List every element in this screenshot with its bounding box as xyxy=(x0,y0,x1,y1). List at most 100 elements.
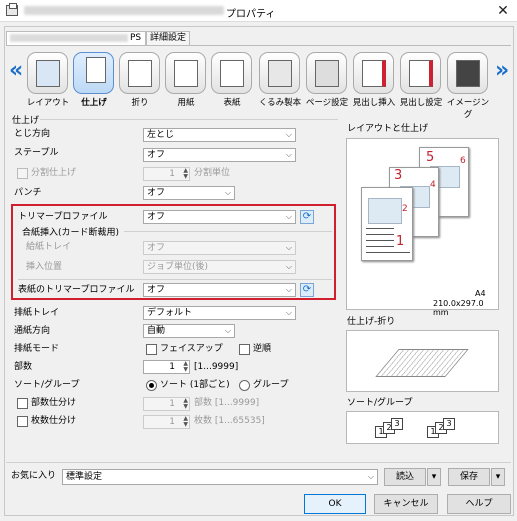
ribbon-layout-button[interactable] xyxy=(27,52,68,94)
ribbon-cover-button[interactable] xyxy=(211,52,252,94)
chevron-down-icon: ⌵ xyxy=(367,472,374,481)
load-button[interactable]: 読込 xyxy=(384,468,426,486)
punch-select[interactable]: オフ ⌵ xyxy=(143,186,235,200)
window-title: プロパティ xyxy=(226,9,276,20)
split-unit-label: 分割単位 xyxy=(194,168,231,178)
ribbon-perfect-binding-button[interactable] xyxy=(259,52,300,94)
face-up-checkbox[interactable] xyxy=(146,344,157,355)
ribbon-page-setting-button[interactable] xyxy=(306,52,347,94)
text-line xyxy=(366,252,410,253)
binding-direction-select[interactable]: 左とじ ⌵ xyxy=(143,128,296,142)
insert-position-select[interactable]: ジョブ単位(後) ⌵ xyxy=(143,260,296,274)
favorites-select[interactable]: 標準設定 ⌵ xyxy=(62,469,378,485)
load-dropdown-button[interactable]: ▾ xyxy=(427,468,441,486)
sort-preview-panel: 1 2 3 1 2 3 xyxy=(346,411,499,444)
sheet-split-value: 1 xyxy=(169,417,175,427)
sheet-split-checkbox[interactable] xyxy=(17,416,28,427)
cover-trimmer-value: オフ xyxy=(147,285,166,295)
sheet-split-spin[interactable]: 1 ▲ ▼ xyxy=(143,415,190,429)
save-button[interactable]: 保存 xyxy=(448,468,490,486)
output-mode-label: 排紙モード xyxy=(14,344,60,354)
split-finishing-label: 分割仕上げ xyxy=(31,168,77,178)
help-button[interactable]: ヘルプ xyxy=(447,494,511,514)
group-divider xyxy=(124,231,332,232)
split-finishing-checkbox[interactable] xyxy=(17,168,28,179)
output-tray-select[interactable]: デフォルト ⌵ xyxy=(143,306,296,320)
sort-set-1: 1 2 3 xyxy=(375,418,409,438)
favorites-label: お気に入り xyxy=(11,471,57,481)
chevron-down-icon: ⌵ xyxy=(224,188,231,197)
ribbon-paper-button[interactable] xyxy=(165,52,206,94)
sheet-split-label: 枚数仕分け xyxy=(31,416,77,426)
text-line xyxy=(366,246,394,247)
scroll-right-button[interactable]: » xyxy=(495,58,509,83)
group-radio[interactable] xyxy=(239,380,250,391)
tab-printer-redacted xyxy=(10,34,128,42)
sort-set-2: 1 2 3 xyxy=(427,418,461,438)
perfect-binding-icon xyxy=(268,60,292,87)
insert-position-value: ジョブ単位(後) xyxy=(147,262,209,272)
refresh-icon[interactable]: ⟳ xyxy=(300,283,314,297)
ribbon-label-tab-insert: 見出し挿入 xyxy=(352,98,396,108)
output-direction-value: 自動 xyxy=(147,326,166,336)
page-number-1: 1 xyxy=(396,234,405,249)
copy-split-checkbox[interactable] xyxy=(17,398,28,409)
cover-trimmer-select[interactable]: オフ ⌵ xyxy=(143,283,296,297)
face-up-label: フェイスアップ xyxy=(160,344,223,354)
ribbon-label-paper: 用紙 xyxy=(177,98,195,108)
spin-arrows-icon: ▲ ▼ xyxy=(183,415,188,428)
output-direction-select[interactable]: 自動 ⌵ xyxy=(143,324,235,338)
page-number-5: 5 xyxy=(426,150,435,165)
copy-split-spin[interactable]: 1 ▲ ▼ xyxy=(143,397,190,411)
ribbon-label-fold: 折り xyxy=(131,98,149,108)
flower-image xyxy=(368,198,402,224)
ribbon-tab-setting-button[interactable] xyxy=(400,52,441,94)
ribbon-label-layout: レイアウト xyxy=(26,98,70,108)
trimmer-profile-select[interactable]: オフ ⌵ xyxy=(143,210,296,224)
ribbon-imaging-button[interactable] xyxy=(447,52,488,94)
reverse-order-checkbox[interactable] xyxy=(239,344,250,355)
staple-select[interactable]: オフ ⌵ xyxy=(143,148,296,162)
close-button[interactable]: ✕ xyxy=(491,2,515,20)
split-finishing-spin[interactable]: 1 ▲ ▼ xyxy=(143,167,190,181)
group-divider xyxy=(40,119,338,120)
save-dropdown-button[interactable]: ▾ xyxy=(491,468,505,486)
page-number-3: 3 xyxy=(394,168,403,183)
ribbon-tab-insert-button[interactable] xyxy=(353,52,394,94)
text-line xyxy=(366,240,394,241)
chevron-down-icon: ⌵ xyxy=(285,262,292,271)
sort-sheet: 3 xyxy=(391,418,403,430)
copies-spin[interactable]: 1 ▲ ▼ xyxy=(143,360,190,374)
printer-name-redacted xyxy=(24,6,224,15)
scroll-left-button[interactable]: « xyxy=(9,58,23,83)
fold-sheet-graphic xyxy=(375,349,469,377)
copies-value: 1 xyxy=(169,362,175,372)
copy-split-value: 1 xyxy=(169,399,175,409)
ribbon-fold-button[interactable] xyxy=(119,52,160,94)
group-divider xyxy=(18,279,332,280)
ribbon-label-tab-setting: 見出し設定 xyxy=(399,98,443,108)
layout-preview-panel: 5 6 3 4 2 1 A4 210.0x297.0 mm xyxy=(346,138,499,317)
cancel-button[interactable]: キャンセル xyxy=(374,494,438,514)
ribbon-label-cover: 表紙 xyxy=(223,98,241,108)
page-number-6: 6 xyxy=(460,156,466,166)
ribbon-finishing-button[interactable] xyxy=(73,52,114,94)
insert-tray-select[interactable]: オフ ⌵ xyxy=(143,241,296,255)
sort-radio[interactable] xyxy=(146,380,157,391)
tab-advanced[interactable]: 詳細設定 xyxy=(146,31,190,45)
trimmer-profile-label: トリマープロファイル xyxy=(18,212,108,222)
copy-split-label: 部数仕分け xyxy=(31,398,77,408)
page-number-2: 2 xyxy=(402,204,408,214)
refresh-icon[interactable]: ⟳ xyxy=(300,210,314,224)
favorites-value: 標準設定 xyxy=(66,472,103,482)
sort-preview-title: ソート/グループ xyxy=(347,398,413,408)
tab-ps-label: PS xyxy=(130,33,142,43)
finishing-icon xyxy=(86,57,106,83)
punch-value: オフ xyxy=(147,188,166,198)
text-line xyxy=(366,234,394,235)
finishing-group-title: 仕上げ xyxy=(12,116,40,126)
chevron-down-icon: ⌵ xyxy=(285,130,292,139)
ok-button[interactable]: OK xyxy=(304,494,366,514)
footer-divider xyxy=(6,462,511,463)
fold-preview-title: 仕上げ-折り xyxy=(347,317,396,327)
